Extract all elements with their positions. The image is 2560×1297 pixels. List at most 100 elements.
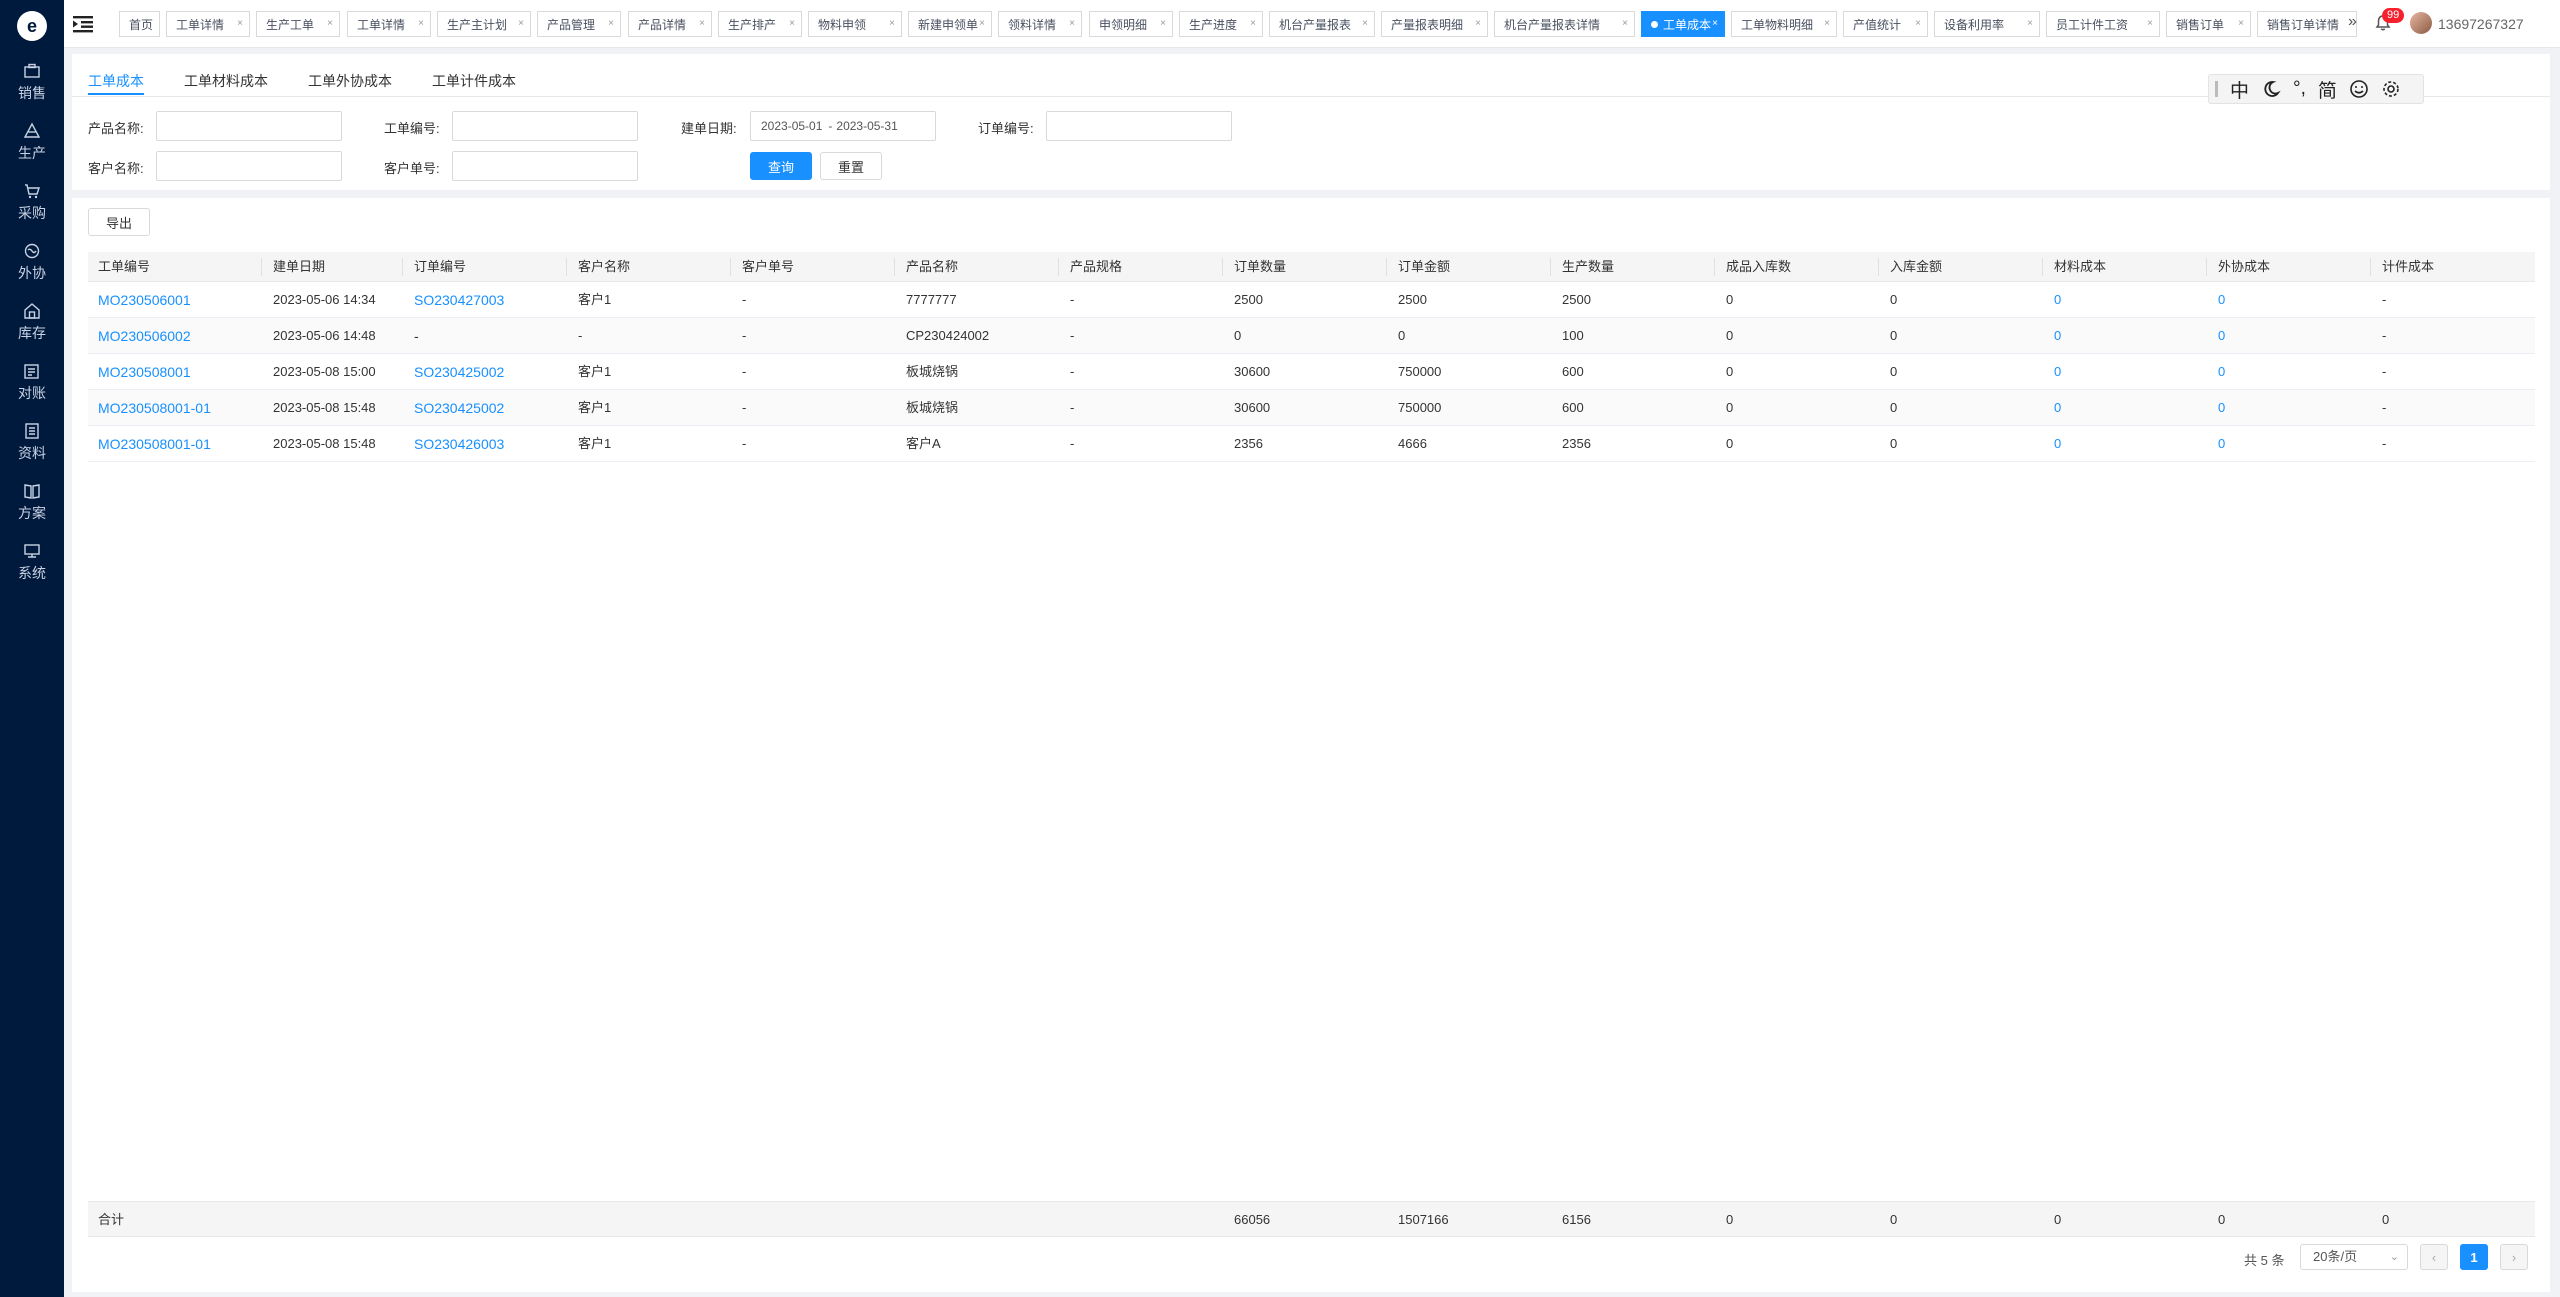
tab-6[interactable]: 产品详情 × [628,11,712,37]
col-outsource-cost-cell[interactable]: 0 [2218,282,2225,318]
column-divider[interactable] [1222,258,1223,276]
subtab-piece-cost[interactable]: 工单计件成本 [432,71,516,91]
next-page-button[interactable]: › [2500,1244,2528,1270]
col-outsource-cost-cell[interactable]: 0 [2218,354,2225,390]
page-1-button[interactable]: 1 [2460,1244,2488,1270]
col-material-cost-cell[interactable]: 0 [2054,390,2061,426]
tab-2[interactable]: 生产工单 × [256,11,340,37]
customer-name-input[interactable] [156,151,342,181]
sidebar-item-7[interactable]: 方案 [0,474,64,530]
sidebar-item-8[interactable]: 系统 [0,534,64,590]
app-logo[interactable]: e [17,11,47,41]
tab-4[interactable]: 生产主计划 × [437,11,531,37]
sales-order-input[interactable] [1046,111,1232,141]
sidebar-item-2[interactable]: 采购 [0,174,64,230]
close-icon[interactable]: × [327,18,333,29]
menu-toggle-icon[interactable] [72,13,94,35]
sidebar-item-1[interactable]: 生产 [0,114,64,170]
sidebar-item-5[interactable]: 对账 [0,354,64,410]
export-button[interactable]: 导出 [88,208,150,236]
col-order-no-cell[interactable]: MO230508001-01 [98,390,211,426]
col-order-no-cell[interactable]: MO230506001 [98,282,191,318]
col-sales-order-cell[interactable]: SO230425002 [414,390,504,426]
tab-22[interactable]: 销售订单详情 [2257,11,2357,37]
create-date-range[interactable]: 2023-05-01 - 2023-05-31 [750,111,936,141]
subtab-material-cost[interactable]: 工单材料成本 [184,71,268,91]
tab-20[interactable]: 员工计件工资 × [2046,11,2160,37]
close-icon[interactable]: × [2027,18,2033,29]
ime-toolbar[interactable]: 中 °, 简 [2208,74,2424,104]
customer-no-input[interactable] [452,151,638,181]
col-outsource-cost-cell[interactable]: 0 [2218,426,2225,462]
col-order-no-cell[interactable]: MO230508001 [98,354,191,390]
close-icon[interactable]: × [1712,18,1718,29]
column-divider[interactable] [894,258,895,276]
column-divider[interactable] [402,258,403,276]
tab-17[interactable]: 工单物料明细 × [1731,11,1837,37]
col-sales-order-cell[interactable]: SO230425002 [414,354,504,390]
reset-button[interactable]: 重置 [820,152,882,180]
column-divider[interactable] [2370,258,2371,276]
col-material-cost-cell[interactable]: 0 [2054,318,2061,354]
username[interactable]: 13697267327 [2438,16,2524,32]
sidebar-item-3[interactable]: 外协 [0,234,64,290]
tab-1[interactable]: 工单详情 × [166,11,250,37]
close-icon[interactable]: × [979,18,985,29]
column-divider[interactable] [2206,258,2207,276]
close-icon[interactable]: × [699,18,705,29]
avatar[interactable] [2410,12,2432,34]
column-divider[interactable] [261,258,262,276]
close-icon[interactable]: × [1250,18,1256,29]
column-divider[interactable] [1714,258,1715,276]
subtab-order-cost[interactable]: 工单成本 [88,71,144,91]
column-divider[interactable] [1550,258,1551,276]
tab-16[interactable]: 工单成本 × [1641,11,1725,37]
gear-icon[interactable] [2381,79,2401,99]
close-icon[interactable]: × [1362,18,1368,29]
close-icon[interactable]: × [418,18,424,29]
tab-10[interactable]: 领料详情 × [998,11,1082,37]
drag-handle-icon[interactable] [2215,81,2218,97]
close-icon[interactable]: × [2238,18,2244,29]
smile-icon[interactable] [2349,79,2369,99]
prev-page-button[interactable]: ‹ [2420,1244,2448,1270]
close-icon[interactable]: × [518,18,524,29]
column-divider[interactable] [2042,258,2043,276]
sidebar-item-0[interactable]: 销售 [0,54,64,110]
query-button[interactable]: 查询 [750,152,812,180]
tab-19[interactable]: 设备利用率 × [1934,11,2040,37]
ime-chinese-toggle[interactable]: 中 [2230,76,2249,103]
col-order-no-cell[interactable]: MO230508001-01 [98,426,211,462]
col-sales-order-cell[interactable]: SO230427003 [414,282,504,318]
page-size-select[interactable]: 20条/页 ⌄ [2300,1244,2408,1270]
column-divider[interactable] [1386,258,1387,276]
column-divider[interactable] [730,258,731,276]
tab-14[interactable]: 产量报表明细 × [1381,11,1488,37]
subtab-outsource-cost[interactable]: 工单外协成本 [308,71,392,91]
tab-15[interactable]: 机台产量报表详情 × [1494,11,1635,37]
col-material-cost-cell[interactable]: 0 [2054,426,2061,462]
table-row[interactable]: MO230508001-01 2023-05-08 15:48 SO23042600… [88,426,2535,462]
table-row[interactable]: MO230506002 2023-05-06 14:48 - - - CP23042400… [88,318,2535,354]
close-icon[interactable]: × [1069,18,1075,29]
tab-5[interactable]: 产品管理 × [537,11,621,37]
col-outsource-cost-cell[interactable]: 0 [2218,318,2225,354]
tab-12[interactable]: 生产进度 × [1179,11,1263,37]
product-name-input[interactable] [156,111,342,141]
close-icon[interactable]: × [789,18,795,29]
tab-11[interactable]: 申领明细 × [1089,11,1173,37]
close-icon[interactable]: × [1824,18,1830,29]
ime-punctuation-toggle[interactable]: °, [2293,78,2306,100]
table-row[interactable]: MO230506001 2023-05-06 14:34 SO230427003 客户… [88,282,2535,318]
col-order-no-cell[interactable]: MO230506002 [98,318,191,354]
close-icon[interactable]: × [889,18,895,29]
col-outsource-cost-cell[interactable]: 0 [2218,390,2225,426]
tab-7[interactable]: 生产排产 × [718,11,802,37]
ime-simplified-toggle[interactable]: 简 [2318,76,2337,103]
tab-8[interactable]: 物料申领 × [808,11,902,37]
close-icon[interactable]: × [1915,18,1921,29]
tab-18[interactable]: 产值统计 × [1843,11,1928,37]
close-icon[interactable]: × [237,18,243,29]
table-row[interactable]: MO230508001-01 2023-05-08 15:48 SO23042500… [88,390,2535,426]
close-icon[interactable]: × [1160,18,1166,29]
